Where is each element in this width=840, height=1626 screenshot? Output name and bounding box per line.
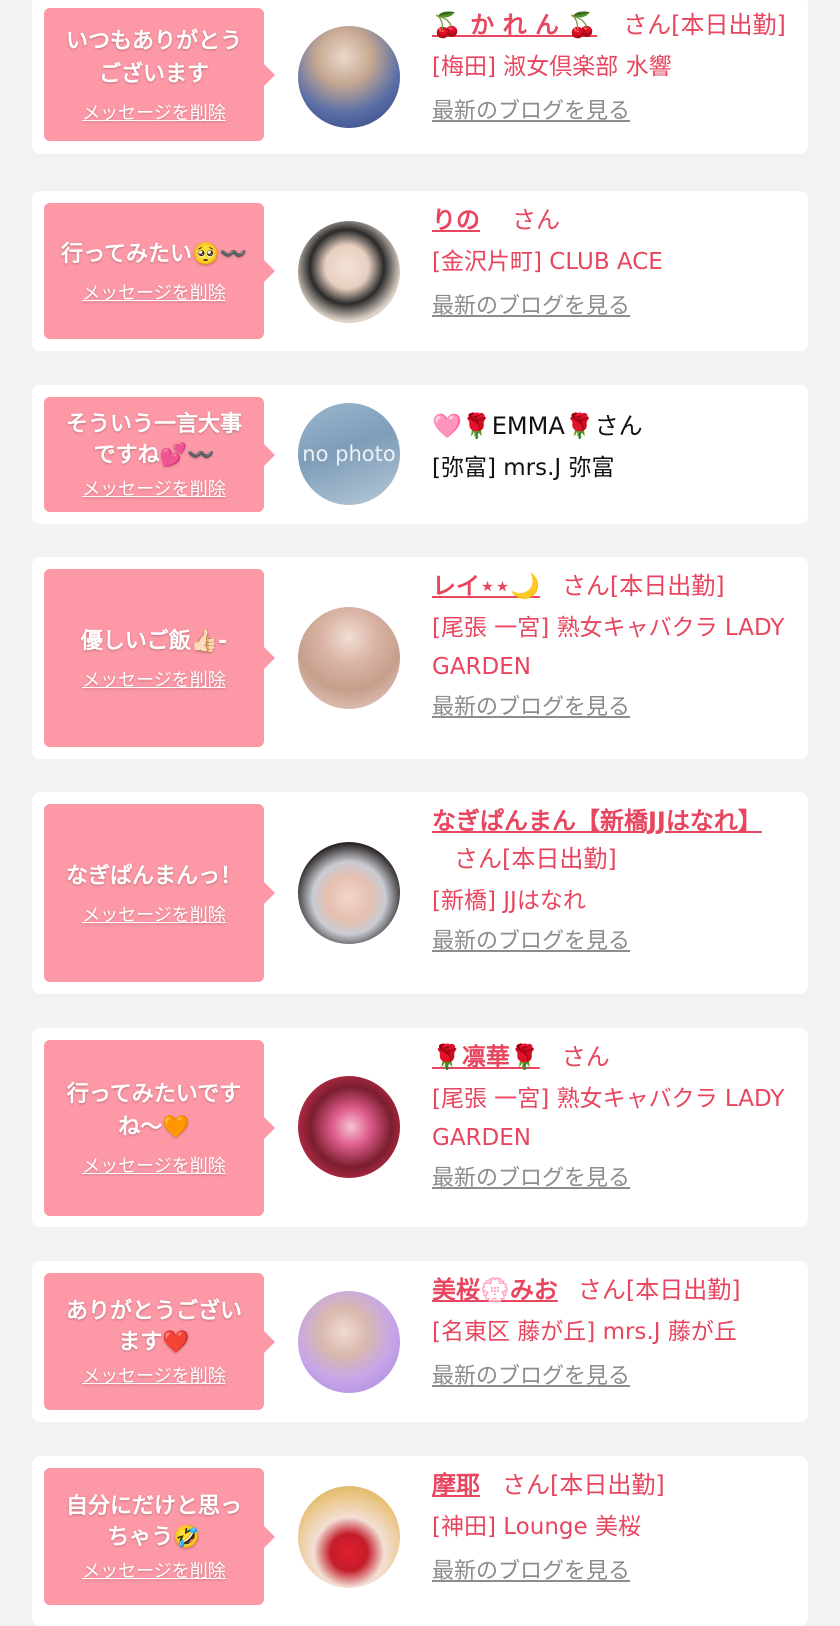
message-card: いつもありがとうございます メッセージを削除 🍒 か れ ん 🍒 さん[本日出勤]… [32, 0, 808, 154]
cast-info: なぎぱんまん【新橋JJはなれ】さん[本日出勤] [新橋] JJはなれ 最新のブロ… [432, 802, 792, 955]
shop-name: [梅田] 淑女倶楽部 水響 [432, 54, 672, 80]
message-text: ありがとうございます❤️ [65, 1298, 242, 1355]
shop-name: [神田] Lounge 美桜 [432, 1514, 641, 1540]
avatar[interactable] [298, 1486, 400, 1588]
message-bubble: そういう一言大事ですね💕〰️ メッセージを削除 [44, 397, 275, 512]
honorific-status: さん [512, 206, 560, 234]
message-card: 自分にだけと思っちゃう🤣 メッセージを削除 摩耶 さん[本日出勤] [神田] Lo… [32, 1456, 808, 1626]
delete-message-link[interactable]: メッセージを削除 [82, 479, 226, 501]
delete-message-link[interactable]: メッセージを削除 [82, 670, 226, 692]
cast-info: レイ⋆⋆🌙 さん[本日出勤] [尾張 一宮] 熟女キャバクラ LADY GARDE… [432, 567, 792, 721]
cast-name-link[interactable]: 🍒 か れ ん 🍒 [432, 11, 597, 39]
cast-name: 🩷🌹EMMA🌹 [432, 412, 595, 440]
message-bubble: 行ってみたい🥺〰️ メッセージを削除 [44, 203, 275, 339]
cast-name-line: 美桜💮みお さん[本日出勤] [432, 1271, 792, 1309]
honorific-status: さん[本日出勤] [623, 11, 786, 39]
cast-name-link[interactable]: 🌹凛華🌹 [432, 1043, 540, 1071]
delete-message-link[interactable]: メッセージを削除 [82, 283, 226, 305]
cast-name-link[interactable]: 美桜💮みお [432, 1276, 558, 1304]
shop-name: [尾張 一宮] 熟女キャバクラ LADY GARDEN [432, 615, 785, 680]
delete-message-link[interactable]: メッセージを削除 [82, 103, 226, 125]
cast-info: 🩷🌹EMMA🌹さん [弥富] mrs.J 弥富 [432, 407, 792, 488]
honorific-status: さん[本日出勤] [502, 1471, 665, 1499]
latest-blog-link[interactable]: 最新のブログを見る [432, 1559, 792, 1585]
cast-name-line: レイ⋆⋆🌙 さん[本日出勤] [432, 567, 792, 605]
delete-message-link[interactable]: メッセージを削除 [82, 1366, 226, 1388]
message-bubble: 優しいご飯👍🏻- メッセージを削除 [44, 569, 275, 747]
message-text: 自分にだけと思っちゃう🤣 [65, 1493, 242, 1550]
latest-blog-link[interactable]: 最新のブログを見る [432, 99, 792, 125]
latest-blog-link[interactable]: 最新のブログを見る [432, 929, 792, 955]
delete-message-link[interactable]: メッセージを削除 [82, 905, 226, 927]
honorific-status: さん[本日出勤] [577, 1276, 741, 1304]
message-card: ありがとうございます❤️ メッセージを削除 美桜💮みお さん[本日出勤] [名東区… [32, 1261, 808, 1422]
cast-name-line: 🌹凛華🌹 さん [432, 1038, 792, 1076]
message-bubble: 行ってみたいですね〜🧡 メッセージを削除 [44, 1040, 275, 1216]
honorific: さん [594, 412, 643, 440]
honorific-status: さん[本日出勤] [454, 845, 617, 873]
avatar[interactable]: no photo [298, 403, 400, 505]
message-text: 行ってみたい🥺〰️ [61, 241, 247, 267]
shop-name: [尾張 一宮] 熟女キャバクラ LADY GARDEN [432, 1086, 785, 1151]
delete-message-link[interactable]: メッセージを削除 [82, 1156, 226, 1178]
message-bubble: なぎぱんまんっ！ メッセージを削除 [44, 804, 275, 982]
avatar[interactable] [298, 26, 400, 128]
latest-blog-link[interactable]: 最新のブログを見る [432, 695, 792, 721]
latest-blog-link[interactable]: 最新のブログを見る [432, 1166, 792, 1192]
cast-name-link[interactable]: 摩耶 [432, 1471, 480, 1499]
cast-name-line: 🩷🌹EMMA🌹さん [432, 407, 792, 445]
cast-name-line: 🍒 か れ ん 🍒 さん[本日出勤] [432, 6, 792, 44]
honorific-status: さん[本日出勤] [561, 572, 725, 600]
latest-blog-link[interactable]: 最新のブログを見る [432, 294, 792, 320]
shop-name: [新橋] JJはなれ [432, 888, 586, 914]
shop-name: [名東区 藤が丘] mrs.J 藤が丘 [432, 1319, 737, 1345]
cast-info: 🌹凛華🌹 さん [尾張 一宮] 熟女キャバクラ LADY GARDEN 最新のブロ… [432, 1038, 792, 1192]
message-card: 行ってみたいですね〜🧡 メッセージを削除 🌹凛華🌹 さん [尾張 一宮] 熟女キャ… [32, 1028, 808, 1227]
message-text: なぎぱんまんっ！ [65, 863, 242, 889]
avatar[interactable] [298, 1076, 400, 1178]
shop-name: [金沢片町] CLUB ACE [432, 249, 663, 275]
avatar[interactable] [298, 221, 400, 323]
message-text: いつもありがとうございます [65, 28, 242, 87]
message-bubble: 自分にだけと思っちゃう🤣 メッセージを削除 [44, 1468, 275, 1605]
cast-info: 美桜💮みお さん[本日出勤] [名東区 藤が丘] mrs.J 藤が丘 最新のブログ… [432, 1271, 792, 1390]
avatar[interactable] [298, 842, 400, 944]
message-card: そういう一言大事ですね💕〰️ メッセージを削除 no photo 🩷🌹EMMA🌹… [32, 385, 808, 524]
message-bubble: ありがとうございます❤️ メッセージを削除 [44, 1273, 275, 1410]
cast-name-line: 摩耶 さん[本日出勤] [432, 1466, 792, 1504]
delete-message-link[interactable]: メッセージを削除 [82, 1561, 226, 1583]
cast-info: 摩耶 さん[本日出勤] [神田] Lounge 美桜 最新のブログを見る [432, 1466, 792, 1585]
no-photo-placeholder: no photo [302, 442, 396, 466]
honorific-status: さん [561, 1043, 610, 1071]
avatar[interactable] [298, 1291, 400, 1393]
shop-name: [弥富] mrs.J 弥富 [432, 455, 615, 481]
avatar[interactable] [298, 607, 400, 709]
latest-blog-link[interactable]: 最新のブログを見る [432, 1364, 792, 1390]
cast-name-link[interactable]: りの [432, 206, 480, 234]
message-text: そういう一言大事ですね💕〰️ [65, 411, 242, 468]
cast-info: 🍒 か れ ん 🍒 さん[本日出勤] [梅田] 淑女倶楽部 水響 最新のブログを見… [432, 6, 792, 125]
cast-name-link[interactable]: レイ⋆⋆🌙 [432, 572, 540, 600]
message-card: 行ってみたい🥺〰️ メッセージを削除 りの さん [金沢片町] CLUB ACE … [32, 191, 808, 351]
cast-info: りの さん [金沢片町] CLUB ACE 最新のブログを見る [432, 201, 792, 320]
cast-name-line: りの さん [432, 201, 792, 239]
cast-name-line: なぎぱんまん【新橋JJはなれ】さん[本日出勤] [432, 802, 762, 878]
message-card: なぎぱんまんっ！ メッセージを削除 なぎぱんまん【新橋JJはなれ】さん[本日出勤… [32, 792, 808, 994]
message-card: 優しいご飯👍🏻- メッセージを削除 レイ⋆⋆🌙 さん[本日出勤] [尾張 一宮] … [32, 557, 808, 759]
message-text: 行ってみたいですね〜🧡 [66, 1082, 242, 1140]
cast-name-link[interactable]: なぎぱんまん【新橋JJはなれ】 [432, 807, 762, 835]
message-text: 優しいご飯👍🏻- [80, 628, 228, 654]
message-bubble: いつもありがとうございます メッセージを削除 [44, 8, 275, 141]
